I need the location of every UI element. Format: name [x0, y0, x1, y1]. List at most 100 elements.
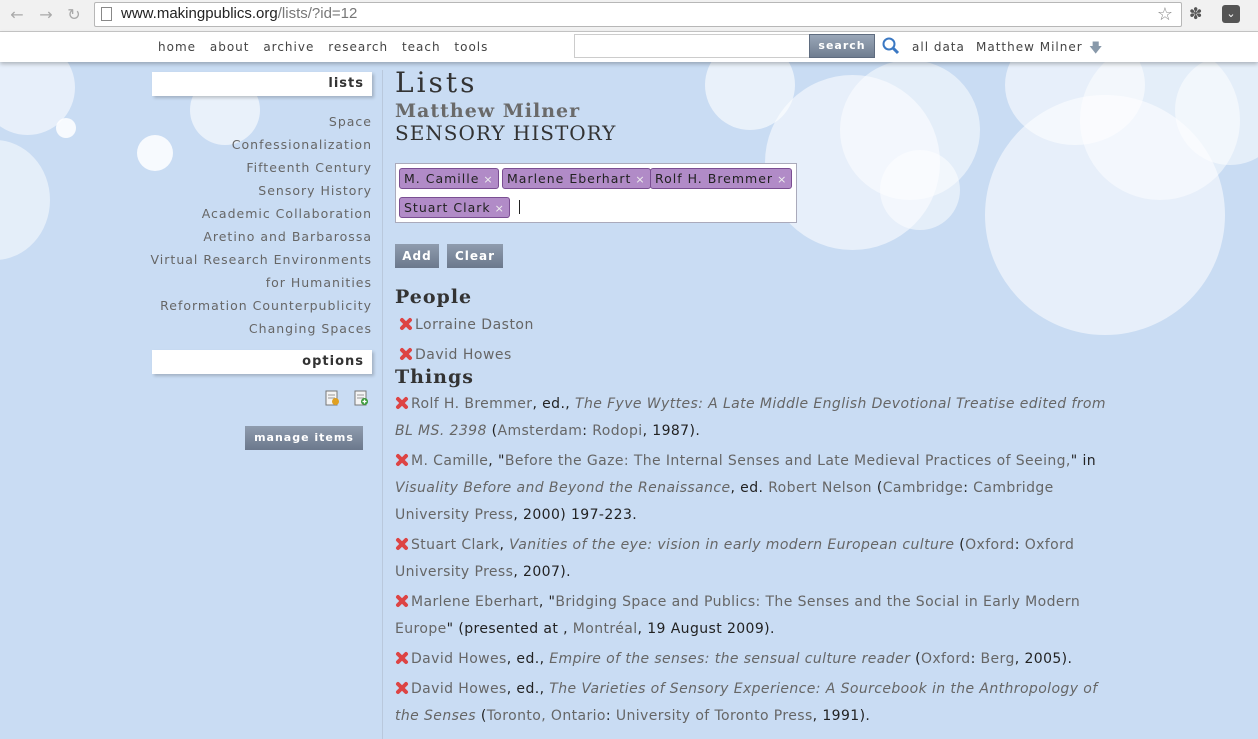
sidebar-item[interactable]: Reformation Counterpublicity	[150, 296, 372, 319]
sidebar-item[interactable]: Virtual Research Environments	[150, 250, 372, 273]
citation-link[interactable]: Oxford	[965, 537, 1015, 553]
bg-bubble	[0, 140, 50, 260]
citation-punct: :	[970, 651, 981, 667]
remove-tag-icon[interactable]: ×	[483, 173, 493, 186]
sidebar-item[interactable]: Fifteenth Century	[150, 158, 372, 181]
remove-icon[interactable]	[399, 347, 413, 361]
clear-button[interactable]: Clear	[447, 244, 503, 268]
reload-icon[interactable]: ↻	[64, 5, 84, 25]
search-input[interactable]	[574, 34, 810, 58]
remove-tag-icon[interactable]: ×	[495, 202, 505, 215]
edit-list-icon[interactable]	[324, 390, 340, 406]
forward-arrow-icon[interactable]: →	[36, 5, 56, 25]
citation-link[interactable]: University Press	[395, 507, 513, 523]
remove-icon[interactable]	[395, 537, 409, 551]
citation-link[interactable]: University Press	[395, 564, 513, 580]
tag-input[interactable]: M. Camille × Marlene Eberhart × Rolf H. Br…	[395, 163, 797, 223]
citation-link[interactable]: Oxford	[921, 651, 971, 667]
person-name[interactable]: David Howes	[415, 347, 512, 363]
search-button[interactable]: search	[809, 34, 875, 58]
citation-title[interactable]: the Senses	[395, 708, 476, 724]
all-data-link[interactable]: all data	[912, 40, 965, 54]
menu-archive[interactable]: archive	[263, 40, 314, 54]
citation-link[interactable]: Europe	[395, 621, 447, 637]
citation-link[interactable]: Berg	[981, 651, 1015, 667]
sidebar-item[interactable]: Confessionalization	[150, 135, 372, 158]
user-name[interactable]: Matthew Milner	[976, 40, 1083, 54]
citation-punct: , 2000) 197-223.	[513, 507, 638, 523]
tag-label: Marlene Eberhart	[507, 171, 632, 186]
sidebar-item[interactable]: Space	[150, 112, 372, 135]
citation-punct: (	[910, 651, 921, 667]
citation-punct: (	[476, 708, 487, 724]
menu-home[interactable]: home	[158, 40, 196, 54]
tag-chip[interactable]: Rolf H. Bremmer ×	[650, 168, 793, 189]
menu-teach[interactable]: teach	[402, 40, 441, 54]
remove-icon[interactable]	[395, 594, 409, 608]
citation-link[interactable]: Bridging Space and Publics: The Senses a…	[555, 594, 1080, 610]
tag-chip[interactable]: Marlene Eberhart ×	[502, 168, 651, 189]
citation-link[interactable]: University of Toronto Press	[616, 708, 813, 724]
citation-title[interactable]: The Varieties of Sensory Experience: A S…	[549, 681, 1097, 697]
manage-items-button[interactable]: manage items	[245, 426, 363, 450]
list-name: SENSORY HISTORY	[395, 121, 617, 145]
url-text[interactable]: www.makingpublics.org/lists/?id=12	[121, 5, 357, 22]
citation-link[interactable]: David Howes	[411, 681, 507, 697]
citation-link[interactable]: Cambridge	[883, 480, 964, 496]
search-icon[interactable]	[881, 36, 901, 56]
remove-tag-icon[interactable]: ×	[777, 173, 787, 186]
thing-citation: M. Camille, "Before the Gaze: The Intern…	[395, 448, 1120, 529]
sidebar-item[interactable]: for Humanities	[150, 273, 372, 296]
citation-punct: (	[954, 537, 966, 553]
sidebar-item[interactable]: Sensory History	[150, 181, 372, 204]
person-name[interactable]: Lorraine Daston	[415, 317, 534, 333]
text-caret	[519, 200, 520, 214]
citation-link[interactable]: Amsterdam	[497, 423, 582, 439]
citation-link[interactable]: Robert Nelson	[768, 480, 872, 496]
thing-citation: Marlene Eberhart, "Bridging Space and Pu…	[395, 589, 1120, 643]
citation-title[interactable]: Vanities of the eye: vision in early mod…	[509, 537, 954, 553]
list-owner[interactable]: Matthew Milner	[395, 100, 580, 122]
remove-icon[interactable]	[395, 681, 409, 695]
menu-tools[interactable]: tools	[454, 40, 488, 54]
menu-about[interactable]: about	[210, 40, 250, 54]
bookmark-star-icon[interactable]: ☆	[1157, 4, 1173, 25]
citation-link[interactable]: Rolf H. Bremmer	[411, 396, 532, 412]
citation-link[interactable]: Toronto, Ontario	[487, 708, 606, 724]
arrow-down-icon[interactable]: 🡇	[1089, 39, 1102, 61]
menu-research[interactable]: research	[328, 40, 388, 54]
citation-punct: , 2007).	[513, 564, 571, 580]
sidebar-item[interactable]: Changing Spaces	[150, 319, 372, 342]
citation-link[interactable]: Montréal	[573, 621, 638, 637]
citation-title[interactable]: Visuality Before and Beyond the Renaissa…	[395, 480, 730, 496]
citation-link[interactable]: Marlene Eberhart	[411, 594, 539, 610]
pocket-extension-icon[interactable]: ⌄	[1222, 5, 1240, 23]
citation-link[interactable]: Before the Gaze: The Internal Senses and…	[505, 453, 1071, 469]
add-button[interactable]: Add	[395, 244, 439, 268]
citation-title[interactable]: The Fyve Wyttes: A Late Middle English D…	[575, 396, 1106, 412]
remove-icon[interactable]	[395, 396, 409, 410]
remove-icon[interactable]	[395, 453, 409, 467]
citation-link[interactable]: Oxford	[1025, 537, 1075, 553]
tag-chip[interactable]: Stuart Clark ×	[399, 197, 510, 218]
citation-punct: :	[1014, 537, 1025, 553]
address-bar[interactable]: www.makingpublics.org/lists/?id=12 ☆	[94, 2, 1182, 27]
citation-punct: , "	[538, 594, 556, 610]
citation-link[interactable]: M. Camille	[411, 453, 488, 469]
back-arrow-icon[interactable]: ←	[7, 5, 27, 25]
sidebar-item[interactable]: Academic Collaboration	[150, 204, 372, 227]
remove-tag-icon[interactable]: ×	[635, 173, 645, 186]
sidebar-item[interactable]: Aretino and Barbarossa	[150, 227, 372, 250]
add-list-icon[interactable]	[353, 390, 369, 406]
citation-link[interactable]: Rodopi	[592, 423, 642, 439]
remove-icon[interactable]	[399, 317, 413, 331]
tag-chip[interactable]: M. Camille ×	[399, 168, 499, 189]
citation-link[interactable]: David Howes	[411, 651, 507, 667]
citation-title[interactable]: Empire of the senses: the sensual cultur…	[549, 651, 910, 667]
bug-extension-icon[interactable]: ✽	[1189, 4, 1202, 23]
citation-title[interactable]: BL MS. 2398	[395, 423, 487, 439]
remove-icon[interactable]	[395, 651, 409, 665]
citation-punct: (	[871, 480, 883, 496]
citation-link[interactable]: Stuart Clark	[411, 537, 499, 553]
citation-link[interactable]: Cambridge	[973, 480, 1054, 496]
